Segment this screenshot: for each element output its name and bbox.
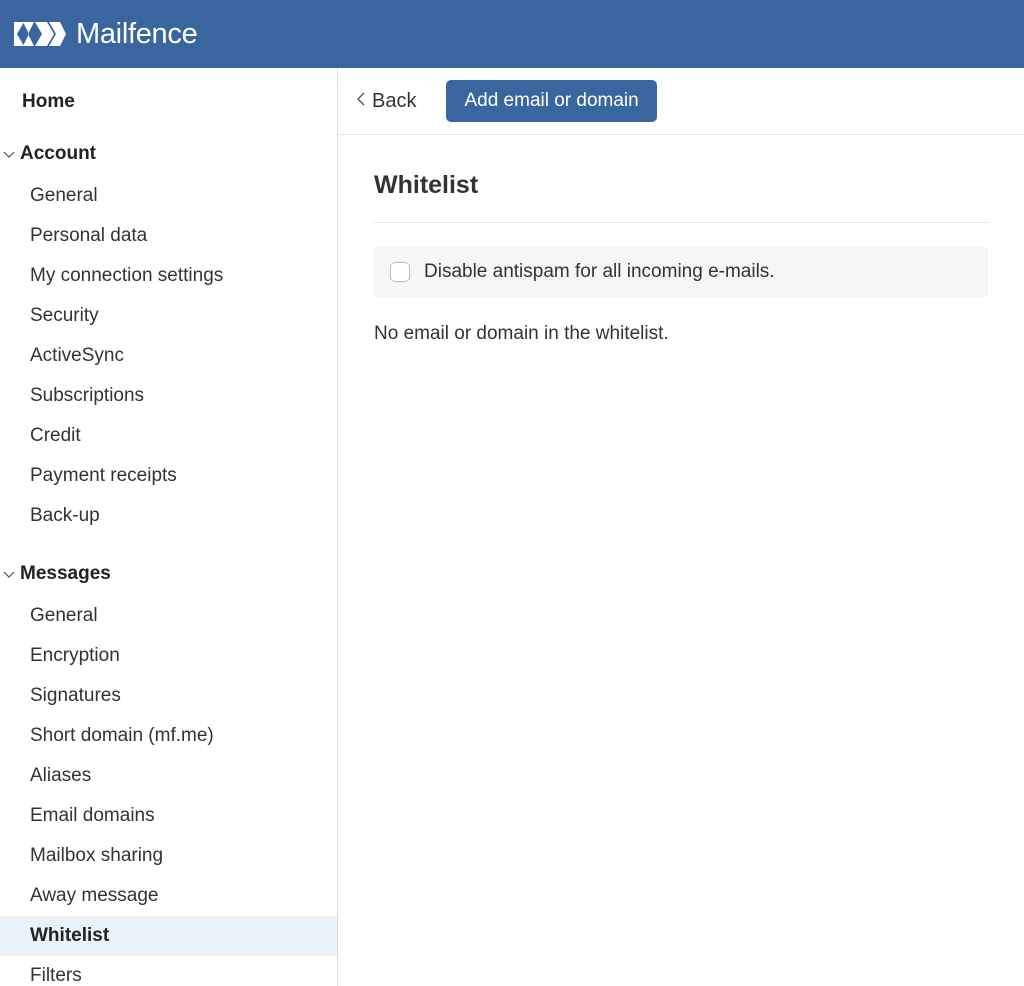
sidebar-item-email-domains[interactable]: Email domains	[0, 796, 337, 836]
sidebar-item-connection-settings[interactable]: My connection settings	[0, 256, 337, 296]
whitelist-empty-text: No email or domain in the whitelist.	[374, 323, 988, 345]
back-button[interactable]: Back	[356, 90, 416, 113]
sidebar-item-encryption[interactable]: Encryption	[0, 636, 337, 676]
mailfence-logo-icon	[14, 16, 66, 52]
disable-antispam-checkbox[interactable]	[390, 262, 410, 282]
sidebar-item-signatures[interactable]: Signatures	[0, 676, 337, 716]
toolbar: Back Add email or domain	[338, 68, 1024, 135]
chevron-left-icon	[356, 90, 366, 113]
sidebar-item-away-message[interactable]: Away message	[0, 876, 337, 916]
sidebar-item-general-messages[interactable]: General	[0, 596, 337, 636]
divider	[374, 222, 988, 223]
sidebar-item-general-account[interactable]: General	[0, 176, 337, 216]
sidebar-home[interactable]: Home	[0, 88, 337, 116]
sidebar-section-account[interactable]: Account	[0, 140, 337, 168]
sidebar-item-backup[interactable]: Back-up	[0, 496, 337, 536]
section-label: Account	[20, 143, 96, 165]
sidebar-item-short-domain[interactable]: Short domain (mf.me)	[0, 716, 337, 756]
section-label: Messages	[20, 563, 111, 585]
sidebar-item-personal-data[interactable]: Personal data	[0, 216, 337, 256]
sidebar-item-payment-receipts[interactable]: Payment receipts	[0, 456, 337, 496]
app-header: Mailfence	[0, 0, 1024, 68]
sidebar-item-whitelist[interactable]: Whitelist	[0, 916, 337, 956]
disable-antispam-label: Disable antispam for all incoming e-mail…	[424, 261, 775, 283]
sidebar-item-security[interactable]: Security	[0, 296, 337, 336]
sidebar-item-mailbox-sharing[interactable]: Mailbox sharing	[0, 836, 337, 876]
page-title: Whitelist	[374, 171, 988, 200]
sidebar-item-activesync[interactable]: ActiveSync	[0, 336, 337, 376]
sidebar-item-subscriptions[interactable]: Subscriptions	[0, 376, 337, 416]
sidebar-section-messages[interactable]: Messages	[0, 560, 337, 588]
back-label: Back	[372, 90, 416, 113]
disable-antispam-row[interactable]: Disable antispam for all incoming e-mail…	[374, 247, 988, 297]
sidebar-item-filters[interactable]: Filters	[0, 956, 337, 986]
brand-logo[interactable]: Mailfence	[14, 16, 197, 52]
main-content: Back Add email or domain Whitelist Disab…	[338, 68, 1024, 986]
settings-sidebar: Home Account General Personal data My co…	[0, 68, 338, 986]
sidebar-item-aliases[interactable]: Aliases	[0, 756, 337, 796]
sidebar-item-credit[interactable]: Credit	[0, 416, 337, 456]
brand-name: Mailfence	[76, 18, 197, 51]
chevron-down-icon	[2, 149, 16, 159]
add-email-or-domain-button[interactable]: Add email or domain	[446, 80, 656, 122]
chevron-down-icon	[2, 569, 16, 579]
